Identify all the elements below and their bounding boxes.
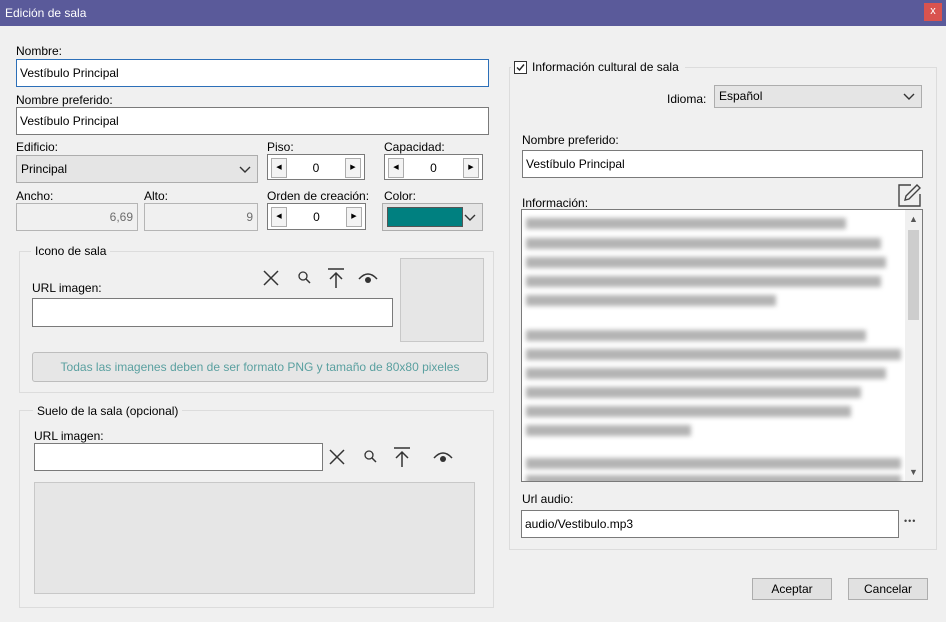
edificio-value: Principal [21,162,68,176]
blurred-text-line [526,387,861,398]
piso-stepper[interactable]: ◀ 0 ▶ [267,154,365,180]
search-icon[interactable] [360,446,382,468]
search-icon[interactable] [294,267,316,289]
orden-creacion-stepper[interactable]: ◀ 0 ▶ [267,203,366,230]
alto-field: 9 [144,203,258,231]
color-swatch [387,207,463,227]
icono-url-label: URL imagen: [32,281,102,295]
capacidad-value[interactable]: 0 [405,155,462,181]
capacidad-increment-button[interactable]: ▶ [463,158,479,178]
capacidad-stepper[interactable]: ◀ 0 ▶ [384,154,483,180]
upload-icon[interactable] [325,267,347,289]
nombre-input[interactable]: Vestíbulo Principal [16,59,489,87]
window-title: Edición de sala [5,6,87,20]
blurred-text-line [526,406,851,417]
edit-icon[interactable] [897,183,922,208]
upload-icon[interactable] [391,446,413,468]
orden-creacion-label: Orden de creación: [267,189,370,203]
orden-increment-button[interactable]: ▶ [346,207,362,227]
capacidad-label: Capacidad: [384,140,445,154]
nombre-label: Nombre: [16,44,63,58]
blurred-text-line [526,218,846,229]
blurred-text-line [526,349,901,360]
idioma-label: Idioma: [667,92,707,106]
cultural-info-header: Información cultural de sala [511,59,685,77]
eye-icon[interactable] [357,267,379,289]
color-label: Color: [384,189,417,203]
cultural-info-label: Información cultural de sala [532,60,679,74]
edificio-select[interactable]: Principal [16,155,258,183]
orden-decrement-button[interactable]: ◀ [271,207,287,227]
close-x-icon[interactable] [326,446,348,468]
eye-icon[interactable] [432,446,454,468]
suelo-url-label: URL imagen: [34,429,104,443]
ancho-field: 6,69 [16,203,138,231]
ancho-label: Ancho: [16,189,54,203]
png-format-notice: Todas las imagenes deben de ser formato … [32,352,488,382]
ellipsis-icon[interactable]: ••• [904,516,916,526]
chevron-down-icon [464,214,476,221]
orden-value[interactable]: 0 [288,204,345,230]
edificio-label: Edificio: [16,140,59,154]
checkmark-icon [516,64,525,72]
blurred-text-line [526,276,881,287]
nombre-preferido-label: Nombre preferido: [16,93,113,107]
scroll-down-icon[interactable]: ▼ [909,467,918,477]
informacion-label: Información: [522,196,589,210]
blurred-text-line [526,295,776,306]
scroll-up-icon[interactable]: ▲ [909,214,918,224]
suelo-url-input[interactable] [34,443,323,471]
aceptar-button[interactable]: Aceptar [752,578,832,600]
piso-label: Piso: [267,140,294,154]
informacion-textarea[interactable]: ▲ ▼ [521,209,923,482]
url-audio-label: Url audio: [522,492,574,506]
capacidad-decrement-button[interactable]: ◀ [388,158,404,178]
informacion-scrollbar[interactable]: ▲ ▼ [905,210,922,481]
cultural-info-checkbox[interactable] [514,61,527,74]
blurred-text-line [526,257,886,268]
color-picker[interactable] [382,203,483,231]
blurred-text-line [526,425,691,436]
piso-value[interactable]: 0 [288,155,344,181]
icono-preview [400,258,484,342]
blurred-text-line [526,368,886,379]
close-window-button[interactable]: x [924,3,942,21]
title-bar: Edición de sala x [0,0,946,26]
cancelar-button[interactable]: Cancelar [848,578,928,600]
url-audio-input[interactable]: audio/Vestibulo.mp3 [521,510,899,538]
suelo-preview [34,482,475,594]
piso-decrement-button[interactable]: ◀ [271,158,287,178]
blurred-text-line [526,330,866,341]
blurred-text-line [526,458,901,469]
right-nombre-preferido-input[interactable]: Vestíbulo Principal [522,150,923,178]
blurred-text-line [526,475,901,481]
chevron-down-icon [903,93,915,100]
right-nombre-preferido-label: Nombre preferido: [522,133,619,147]
piso-increment-button[interactable]: ▶ [345,158,361,178]
icono-sala-title: Icono de sala [31,244,111,258]
idioma-value: Español [719,89,763,103]
icono-url-input[interactable] [32,298,393,327]
nombre-preferido-input[interactable]: Vestíbulo Principal [16,107,489,135]
scroll-thumb[interactable] [908,230,919,320]
suelo-sala-title: Suelo de la sala (opcional) [33,404,183,418]
chevron-down-icon [239,166,251,173]
blurred-text-line [526,238,881,249]
alto-label: Alto: [144,189,169,203]
close-x-icon[interactable] [260,267,282,289]
idioma-select[interactable]: Español [714,85,922,108]
